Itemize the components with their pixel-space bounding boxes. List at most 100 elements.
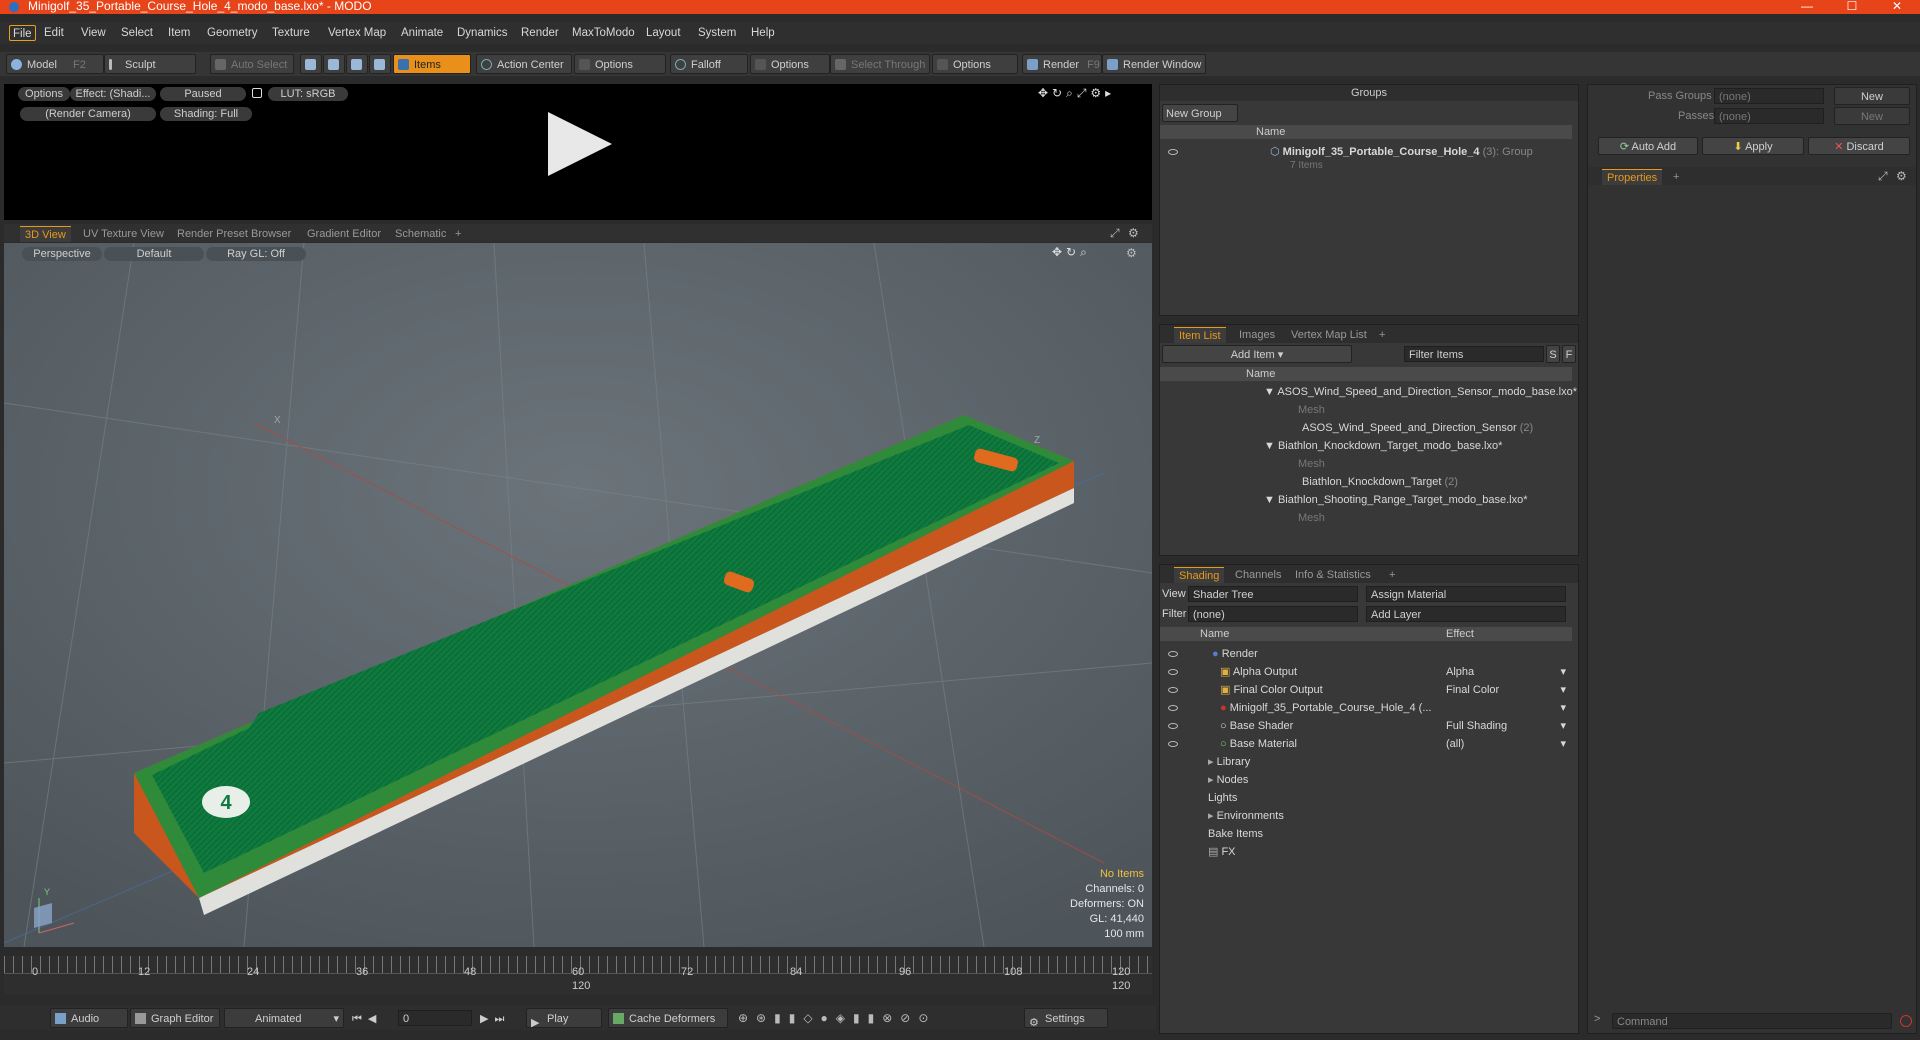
tab-3d-view[interactable]: 3D View [20,226,71,242]
jump-start-prev-buttons[interactable]: ⏮◀ [352,1012,382,1026]
filter-items-input[interactable]: Filter Items [1404,346,1544,362]
raygl-toggle[interactable]: Ray GL: Off [206,247,306,261]
eye-icon[interactable] [1168,705,1178,711]
menu-maxtomodo[interactable]: MaxToModo [569,25,638,41]
viewport-nav-controls[interactable]: ✥↻⌕ [1052,245,1091,260]
shader-effect-dropdown[interactable]: ▾ [1446,699,1568,717]
discard-button[interactable]: ✕ Discard [1808,137,1910,155]
menu-layout[interactable]: Layout [643,25,684,41]
menu-geometry[interactable]: Geometry [204,25,261,41]
select-vertices-button[interactable] [300,54,322,74]
menu-file[interactable]: File [9,25,36,41]
viewport-gear-icon[interactable]: ⚙ [1126,246,1137,260]
shading-style-dropdown[interactable]: Default [104,247,204,261]
item-row[interactable]: Biathlon_Knockdown_Target (2) [1280,473,1458,491]
sculpt-mode-button[interactable]: Sculpt [104,54,196,74]
auto-select-button[interactable]: Auto Select [210,54,294,74]
record-icon[interactable] [1900,1015,1912,1027]
eye-icon[interactable] [1168,723,1178,729]
audio-button[interactable]: Audio [50,1008,128,1028]
shader-tree-row[interactable]: ▣ Alpha Output [1220,663,1297,681]
add-tab-button[interactable]: + [450,226,466,242]
tab-shading[interactable]: Shading [1174,567,1225,583]
shader-tree-row[interactable]: ▸ Environments [1208,807,1284,825]
model-mode-button[interactable]: Model F2 [6,54,104,74]
filter-dropdown[interactable]: (none) [1188,606,1358,622]
cache-deformers-button[interactable]: Cache Deformers [608,1008,728,1028]
passes-dropdown[interactable]: (none) [1714,108,1824,124]
render-window-button[interactable]: Render Window [1102,54,1206,74]
eye-icon[interactable] [1168,741,1178,747]
eye-icon[interactable] [1168,669,1178,675]
item-row[interactable]: ▼ Biathlon_Shooting_Range_Target_modo_ba… [1264,491,1527,509]
tab-info-statistics[interactable]: Info & Statistics [1290,567,1376,583]
assign-material-dropdown[interactable]: Assign Material [1366,586,1566,602]
perspective-dropdown[interactable]: Perspective [22,247,102,261]
apply-button[interactable]: ⬇ Apply [1702,137,1804,155]
menu-dynamics[interactable]: Dynamics [454,25,510,41]
settings-button[interactable]: ⚙ Settings [1024,1008,1108,1029]
close-button[interactable]: ✕ [1877,0,1917,14]
item-row[interactable]: Mesh [1280,401,1325,419]
item-row[interactable]: ▼ ASOS_Wind_Speed_and_Direction_Sensor_m… [1264,383,1577,401]
tab-item-list[interactable]: Item List [1174,327,1226,343]
preview-shading-dropdown[interactable]: Shading: Full [160,107,252,121]
eye-icon[interactable] [1168,149,1178,155]
gear-icon[interactable]: ⚙ [1128,226,1139,240]
timeline[interactable]: 0 12 24 36 48 60 72 84 96 108 120 120 12… [4,956,1152,994]
menu-item[interactable]: Item [165,25,193,41]
gear-icon[interactable]: ⚙ [1896,169,1907,183]
shader-effect-dropdown[interactable]: Alpha ▾ [1446,663,1568,681]
eye-icon[interactable] [1168,687,1178,693]
shader-tree-row[interactable]: ○ Base Material [1220,735,1297,753]
play-preview-icon[interactable] [548,112,612,176]
shader-tree-row[interactable]: ● Minigolf_35_Portable_Course_Hole_4 (..… [1220,699,1432,717]
add-item-dropdown[interactable]: Add Item ▾ [1162,345,1352,363]
lock-icon[interactable] [252,88,262,98]
action-center-options-button[interactable]: Options [574,54,666,74]
graph-editor-button[interactable]: Graph Editor [130,1008,220,1028]
frame-input[interactable]: 0 [398,1010,472,1026]
preview-view-controls[interactable]: ✥↻⌕⤢⚙▸ [1038,86,1115,101]
tab-gradient-editor[interactable]: Gradient Editor [302,226,386,242]
new-group-button[interactable]: New Group [1162,104,1238,122]
falloff-options-button[interactable]: Options [750,54,830,74]
menu-select[interactable]: Select [118,25,156,41]
select-materials-button[interactable] [369,54,391,74]
tab-render-preset-browser[interactable]: Render Preset Browser [172,226,296,242]
preview-paused-button[interactable]: Paused [160,87,246,101]
falloff-button[interactable]: Falloff [670,54,748,74]
items-mode-button[interactable]: Items [393,54,471,74]
filter-f-button[interactable]: F [1562,345,1576,363]
select-through-button[interactable]: Select Through [830,54,930,74]
shader-tree-row[interactable]: Bake Items [1208,825,1263,843]
item-row[interactable]: ▼ Biathlon_Knockdown_Target_modo_base.lx… [1264,437,1502,455]
shader-effect-dropdown[interactable]: Final Color ▾ [1446,681,1568,699]
menu-system[interactable]: System [695,25,739,41]
shader-tree-row[interactable]: ○ Base Shader [1220,717,1293,735]
eye-icon[interactable] [1168,651,1178,657]
add-layer-dropdown[interactable]: Add Layer [1366,606,1566,622]
shader-effect-dropdown[interactable]: (all) ▾ [1446,735,1568,753]
item-row[interactable]: ASOS_Wind_Speed_and_Direction_Sensor (2) [1280,419,1533,437]
pass-groups-dropdown[interactable]: (none) [1714,88,1824,104]
auto-add-button[interactable]: ⟳ Auto Add [1598,137,1698,155]
view-dropdown[interactable]: Shader Tree [1188,586,1358,602]
preview-options-button[interactable]: Options [18,87,70,101]
expand-icon[interactable]: ⤢ [1878,169,1888,184]
tab-channels[interactable]: Channels [1230,567,1286,583]
maximize-button[interactable]: ☐ [1832,0,1872,14]
select-edges-button[interactable] [323,54,345,74]
menu-vertex-map[interactable]: Vertex Map [325,25,389,41]
add-tab-button[interactable]: + [1384,567,1400,583]
menu-help[interactable]: Help [748,25,778,41]
preview-effect-dropdown[interactable]: Effect: (Shadi... [70,87,156,101]
menu-animate[interactable]: Animate [398,25,446,41]
shader-tree-row[interactable]: ▣ Final Color Output [1220,681,1323,699]
3d-viewport[interactable]: 4 X Z Y Perspective Default Ray GL: Off … [4,243,1152,947]
tab-schematic[interactable]: Schematic [390,226,451,242]
menu-edit[interactable]: Edit [41,25,67,41]
shader-tree-row[interactable]: ▸ Nodes [1208,771,1248,789]
select-polygons-button[interactable] [346,54,368,74]
tab-properties[interactable]: Properties [1602,169,1663,185]
